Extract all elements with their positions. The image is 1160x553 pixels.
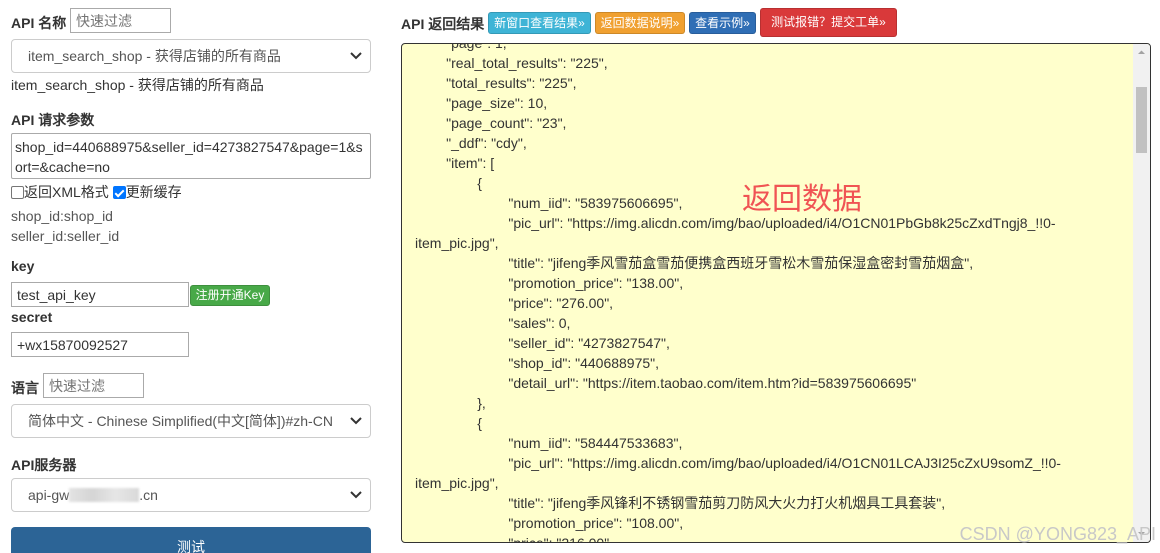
result-panel[interactable]: "page": 1, "real_total_results": "225", … bbox=[401, 43, 1151, 543]
hint-seller-id: seller_id:seller_id bbox=[11, 228, 120, 244]
result-json: "page": 1, "real_total_results": "225", … bbox=[415, 43, 1061, 543]
checkbox-row: 返回XML格式 更新缓存 bbox=[11, 182, 182, 202]
secret-label: secret bbox=[11, 309, 53, 325]
hint-shop-id: shop_id:shop_id bbox=[11, 208, 113, 224]
server-select[interactable]: api-gw .cn bbox=[11, 478, 371, 512]
server-value-prefix: api-gw bbox=[28, 487, 70, 503]
secret-input[interactable] bbox=[11, 332, 189, 357]
result-label: API 返回结果 bbox=[401, 16, 485, 32]
chevron-down-icon bbox=[350, 491, 362, 499]
credit-watermark: CSDN @YONG823_API bbox=[959, 524, 1156, 544]
chevron-down-icon bbox=[350, 52, 362, 60]
lang-select-value: 简体中文 - Chinese Simplified(中文[简体])#zh-CN bbox=[28, 413, 333, 429]
report-issue-button[interactable]: 测试报错？提交工单» bbox=[760, 8, 897, 37]
api-select-value: item_search_shop - 获得店铺的所有商品 bbox=[28, 48, 281, 64]
key-input[interactable] bbox=[11, 282, 189, 307]
xml-checkbox[interactable] bbox=[11, 186, 24, 199]
lang-filter-input[interactable] bbox=[43, 373, 144, 398]
server-label: API服务器 bbox=[11, 457, 77, 473]
params-textarea[interactable]: shop_id=440688975&seller_id=4273827547&p… bbox=[11, 133, 371, 179]
chevron-down-icon bbox=[350, 417, 362, 425]
scroll-thumb[interactable] bbox=[1136, 87, 1147, 153]
xml-checkbox-label: 返回XML格式 bbox=[24, 184, 109, 200]
lang-select[interactable]: 简体中文 - Chinese Simplified(中文[简体])#zh-CN bbox=[11, 404, 371, 438]
overlay-annotation: 返回数据 bbox=[742, 182, 862, 217]
params-value: shop_id=440688975&seller_id=4273827547&p… bbox=[15, 139, 363, 175]
lang-label: 语言 bbox=[11, 380, 39, 396]
redacted-mask bbox=[69, 488, 140, 502]
key-label: key bbox=[11, 258, 35, 274]
api-name-label: API 名称 bbox=[11, 15, 67, 31]
register-key-button[interactable]: 注册开通Key bbox=[190, 285, 270, 306]
scrollbar[interactable] bbox=[1133, 44, 1150, 542]
right-panel: API 返回结果 新窗口查看结果» 返回数据说明» 查看示例» 测试报错？提交工… bbox=[390, 0, 1160, 553]
cache-checkbox-label: 更新缓存 bbox=[125, 184, 182, 200]
api-filter-input[interactable] bbox=[70, 8, 171, 33]
scroll-up-arrow-icon[interactable] bbox=[1137, 48, 1146, 57]
params-label: API 请求参数 bbox=[11, 112, 95, 128]
test-button[interactable]: 测试 bbox=[11, 527, 371, 553]
left-panel: API 名称 item_search_shop - 获得店铺的所有商品 item… bbox=[0, 0, 380, 553]
server-value-suffix: .cn bbox=[139, 487, 158, 503]
api-description: item_search_shop - 获得店铺的所有商品 bbox=[11, 77, 264, 93]
api-select[interactable]: item_search_shop - 获得店铺的所有商品 bbox=[11, 39, 371, 73]
example-button[interactable]: 查看示例» bbox=[689, 12, 756, 34]
new-window-button[interactable]: 新窗口查看结果» bbox=[488, 12, 591, 34]
data-doc-button[interactable]: 返回数据说明» bbox=[595, 12, 685, 34]
cache-checkbox[interactable] bbox=[112, 186, 126, 199]
